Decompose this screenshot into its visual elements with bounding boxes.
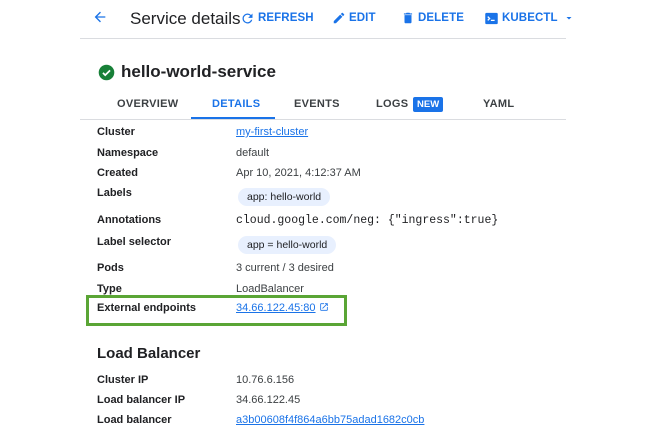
label-selector-chip: app = hello-world xyxy=(238,236,337,254)
type-value: LoadBalancer xyxy=(236,283,304,295)
check-circle-icon xyxy=(98,64,115,80)
lb-label: Load balancer xyxy=(97,414,172,426)
lb-link[interactable]: a3b00608f4f864a6bb75adad1682c0cb xyxy=(236,414,424,426)
trash-icon xyxy=(403,12,413,24)
annotations-value: cloud.google.com/neg: {"ingress":true} xyxy=(236,214,499,227)
cluster-ip-value: 10.76.6.156 xyxy=(236,374,295,386)
tab-overview[interactable]: OVERVIEW xyxy=(117,98,179,110)
edit-label: EDIT xyxy=(349,12,376,24)
namespace-label: Namespace xyxy=(97,147,159,159)
type-label: Type xyxy=(97,283,122,295)
refresh-icon xyxy=(242,12,253,23)
created-value: Apr 10, 2021, 4:12:37 AM xyxy=(236,167,361,179)
external-endpoints-label: External endpoints xyxy=(97,302,197,314)
back-button[interactable] xyxy=(92,7,110,27)
tab-logs[interactable]: LOGS xyxy=(376,98,408,110)
created-label: Created xyxy=(97,167,138,179)
namespace-value: default xyxy=(236,147,270,159)
toolbar: Service details REFRESH EDIT DELETE KUBE… xyxy=(80,0,572,39)
tab-events[interactable]: EVENTS xyxy=(294,98,340,110)
annotations-label: Annotations xyxy=(97,214,162,226)
delete-label: DELETE xyxy=(418,12,464,24)
page-title: Service details xyxy=(130,9,241,28)
label-selector-label: Label selector xyxy=(97,236,171,248)
external-endpoint-text[interactable]: 34.66.122.45:80 xyxy=(236,302,316,314)
cluster-label: Cluster xyxy=(97,126,135,138)
tab-bar: OVERVIEW DETAILS EVENTS LOGS NEW YAML xyxy=(80,94,566,120)
tab-yaml[interactable]: YAML xyxy=(483,98,514,110)
cluster-ip-label: Cluster IP xyxy=(97,374,149,386)
pods-label: Pods xyxy=(97,262,124,274)
load-balancer-heading: Load Balancer xyxy=(97,345,201,362)
label-chip: app: hello-world xyxy=(238,188,331,206)
chevron-down-icon xyxy=(566,17,572,20)
service-header: hello-world-service xyxy=(98,62,276,82)
refresh-button[interactable]: REFRESH xyxy=(240,8,314,28)
tab-details[interactable]: DETAILS xyxy=(212,98,260,110)
edit-button[interactable]: EDIT xyxy=(332,8,376,28)
active-tab-indicator xyxy=(191,117,275,119)
lb-ip-label: Load balancer IP xyxy=(97,394,186,406)
delete-button[interactable]: DELETE xyxy=(401,8,464,28)
refresh-label: REFRESH xyxy=(258,12,314,24)
pencil-icon xyxy=(333,12,345,24)
kubectl-button[interactable]: KUBECTL xyxy=(484,8,578,28)
external-endpoint-link[interactable]: 34.66.122.45:80 xyxy=(236,302,329,314)
arrow-back-icon xyxy=(94,11,106,23)
labels-label: Labels xyxy=(97,187,132,199)
lb-ip-value: 34.66.122.45 xyxy=(236,394,301,406)
kubectl-label: KUBECTL xyxy=(502,12,558,24)
pods-value: 3 current / 3 desired xyxy=(236,262,334,274)
service-name: hello-world-service xyxy=(121,62,276,81)
cluster-link[interactable]: my-first-cluster xyxy=(236,126,308,138)
terminal-icon xyxy=(485,12,498,24)
open-in-new-icon xyxy=(319,303,328,311)
new-badge: NEW xyxy=(413,97,444,112)
